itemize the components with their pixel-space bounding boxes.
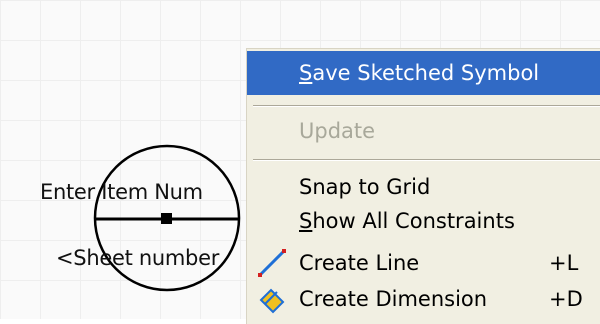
menu-item-label: Create Dimension <box>299 287 488 311</box>
menu-item-save-sketched-symbol[interactable]: Save Sketched Symbol <box>247 51 600 95</box>
menu-item-label: Show All Constraints <box>299 209 515 233</box>
item-number-text: Enter Item Num <box>40 180 203 204</box>
menu-item-label: Snap to Grid <box>299 175 431 199</box>
dimension-icon <box>259 288 285 314</box>
sheet-number-text: <Sheet number <box>56 246 220 270</box>
menu-separator <box>253 159 600 161</box>
menu-item-create-dimension[interactable]: Create Dimension +D <box>247 277 600 321</box>
menu-separator <box>253 105 600 107</box>
menu-item-label: Save Sketched Symbol <box>299 61 540 85</box>
menu-item-shortcut: +L <box>549 251 579 275</box>
line-icon <box>258 249 286 277</box>
menu-item-show-all-constraints[interactable]: Show All Constraints <box>247 199 600 243</box>
menu-item-shortcut: +D <box>549 287 583 311</box>
menu-item-label: Create Line <box>299 251 420 275</box>
menu-item-label: Update <box>299 119 376 143</box>
menu-item-update[interactable]: Update <box>247 109 600 153</box>
context-menu: Save Sketched Symbol Update Snap to Grid… <box>246 48 600 324</box>
balloon-center-point <box>161 213 172 224</box>
